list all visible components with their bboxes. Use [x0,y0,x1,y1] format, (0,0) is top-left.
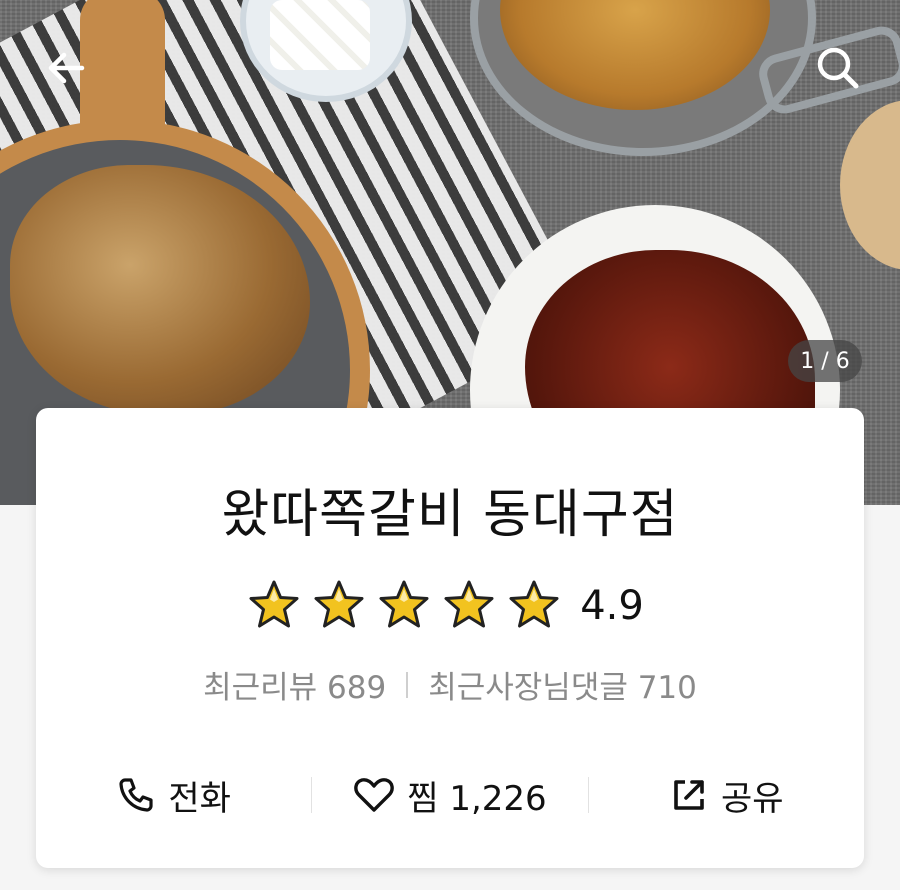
star-icon [376,578,432,634]
photo-wood-block [840,100,900,270]
call-button[interactable]: 전화 [36,760,311,830]
store-name: 왔따쪽갈비 동대구점 [221,485,679,545]
call-label: 전화 [168,778,231,819]
favorite-button[interactable]: 찜 1,226 [312,760,587,830]
photo-radish [270,0,370,70]
store-info-card: 왔따쪽갈비 동대구점 4.9 최근리뷰 689 최근사장님댓글 710 전화 찜… [36,408,864,868]
share-button[interactable]: 공유 [589,760,864,830]
rating-row[interactable]: 4.9 [36,576,864,636]
arrow-left-icon [48,52,85,84]
rating-stars [246,578,562,634]
photo-counter-badge: 1 / 6 [788,340,862,382]
divider [406,671,409,698]
rating-value: 4.9 [580,583,644,629]
back-button[interactable] [38,40,94,96]
action-bar: 전화 찜 1,226 공유 [36,760,864,830]
recent-reviews-count: 최근리뷰 689 [203,670,387,706]
star-icon [441,578,497,634]
review-summary[interactable]: 최근리뷰 689 최근사장님댓글 710 [36,662,864,707]
phone-icon [116,775,156,815]
star-icon [246,578,302,634]
share-icon [669,775,709,815]
favorite-label: 찜 1,226 [407,778,547,819]
star-icon [506,578,562,634]
search-button[interactable] [810,40,866,96]
star-icon [311,578,367,634]
search-icon [817,47,859,89]
recent-owner-comments-count: 최근사장님댓글 710 [428,670,697,706]
share-label: 공유 [721,778,784,819]
heart-icon [353,775,395,815]
